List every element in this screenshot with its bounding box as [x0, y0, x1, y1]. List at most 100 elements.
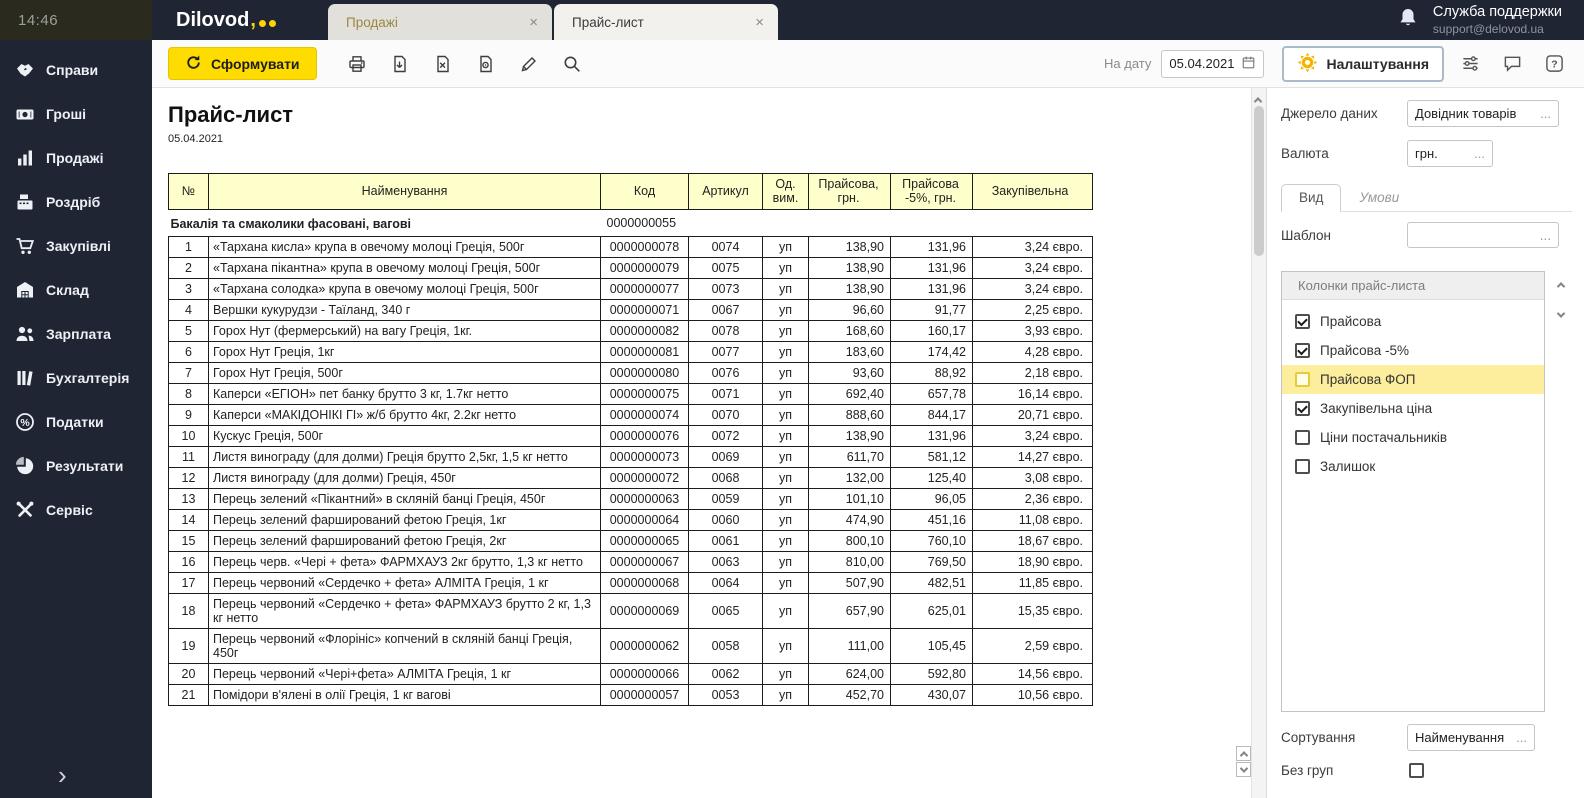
sort-select[interactable]: Найменування ... — [1407, 724, 1535, 751]
col-unit[interactable]: Од. вим. — [763, 174, 809, 210]
column-option[interactable]: Закупівельна ціна — [1282, 394, 1544, 423]
template-input[interactable]: ... — [1407, 222, 1559, 248]
checkbox[interactable] — [1295, 401, 1310, 416]
table-row[interactable]: 10 Кускус Греція, 500г 0000000076 0072 у… — [169, 425, 1093, 446]
col-purchase[interactable]: Закупівельна — [973, 174, 1093, 210]
col-price[interactable]: Прайсова, грн. — [809, 174, 891, 210]
table-row[interactable]: 5 Горох Нут (фермерський) на вагу Греція… — [169, 320, 1093, 341]
column-option[interactable]: Прайсова -5% — [1282, 336, 1544, 365]
toolbar: Сформувати На дату 05.04.2021 Налаштуван… — [152, 40, 1584, 88]
table-row[interactable]: 17 Перець червоний «Сердечко + фета» АЛМ… — [169, 572, 1093, 593]
table-row[interactable]: 9 Каперси «МАКІДОНІКІ ГІ» ж/б брутто 4кг… — [169, 404, 1093, 425]
table-row[interactable]: 12 Листя винограду (для долми) Греція, 4… — [169, 467, 1093, 488]
ellipsis-button[interactable]: ... — [1510, 730, 1527, 745]
calendar-icon[interactable] — [1241, 55, 1256, 73]
sidebar-item-retail[interactable]: Роздріб — [0, 180, 152, 224]
table-row[interactable]: 13 Перець зелений «Пікантний» в скляній … — [169, 488, 1093, 509]
cell-purchase: 20,71 євро. — [973, 404, 1093, 425]
cell-code: 0000000062 — [601, 628, 689, 663]
sidebar-item-accounting[interactable]: Бухгалтерія — [0, 356, 152, 400]
checkbox[interactable] — [1295, 430, 1310, 445]
sidebar-item-warehouse[interactable]: Склад — [0, 268, 152, 312]
export-pdf-icon[interactable] — [382, 48, 418, 80]
col-name[interactable]: Найменування — [209, 174, 601, 210]
sidebar-item-money[interactable]: Гроші — [0, 92, 152, 136]
table-row[interactable]: 11 Листя винограду (для долми) Греція бр… — [169, 446, 1093, 467]
tab-view[interactable]: Вид — [1281, 184, 1341, 212]
table-row[interactable]: 3 «Тархана солодка» крупа в овечому моло… — [169, 278, 1093, 299]
table-row[interactable]: 15 Перець зелений фарширований фетою Гре… — [169, 530, 1093, 551]
help-icon[interactable]: ? — [1538, 50, 1570, 78]
scroll-page-down-button[interactable] — [1236, 762, 1251, 777]
sidebar-item-deals[interactable]: Справи — [0, 48, 152, 92]
generate-button[interactable]: Сформувати — [168, 47, 317, 80]
vertical-scrollbar[interactable] — [1251, 88, 1266, 798]
tab-price-list[interactable]: Прайс-лист × — [554, 4, 778, 40]
settings-button[interactable]: Налаштування — [1282, 46, 1444, 82]
column-option[interactable]: Залишок — [1282, 452, 1544, 481]
col-code[interactable]: Код — [601, 174, 689, 210]
col-price-disc[interactable]: Прайсова -5%, грн. — [891, 174, 973, 210]
chat-icon[interactable] — [1496, 50, 1528, 78]
cell-price: 474,90 — [809, 509, 891, 530]
data-source-select[interactable]: Довідник товарів ... — [1407, 100, 1559, 127]
sidebar-item-taxes[interactable]: % Податки — [0, 400, 152, 444]
ellipsis-button[interactable]: ... — [1540, 228, 1551, 243]
move-down-icon[interactable] — [1552, 307, 1570, 323]
scrollbar-thumb[interactable] — [1254, 106, 1264, 256]
col-number[interactable]: № — [169, 174, 209, 210]
support-block[interactable]: Служба поддержки support@delovod.ua — [1433, 3, 1562, 36]
table-row[interactable]: 1 «Тархана кисла» крупа в овечому молоці… — [169, 236, 1093, 257]
date-input[interactable]: 05.04.2021 — [1161, 50, 1264, 78]
search-icon[interactable] — [554, 48, 590, 80]
bell-icon[interactable] — [1397, 7, 1419, 34]
app-logo[interactable]: Dilovod, — [152, 0, 328, 40]
checkbox[interactable] — [1295, 372, 1310, 387]
column-option[interactable]: Ціни постачальників — [1282, 423, 1544, 452]
checkbox[interactable] — [1295, 459, 1310, 474]
table-row[interactable]: 2 «Тархана пікантна» крупа в овечому мол… — [169, 257, 1093, 278]
close-icon[interactable]: × — [751, 14, 768, 31]
column-option[interactable]: Прайсова — [1282, 307, 1544, 336]
table-row[interactable]: 20 Перець червоний «Чері+фета» АЛМІТА Гр… — [169, 663, 1093, 684]
report-settings-icon[interactable] — [468, 48, 504, 80]
column-option-label: Прайсова -5% — [1320, 343, 1409, 358]
table-row[interactable]: 14 Перець зелений фарширований фетою Гре… — [169, 509, 1093, 530]
cell-price-disc: 131,96 — [891, 257, 973, 278]
move-up-icon[interactable] — [1552, 277, 1570, 293]
table-row[interactable]: 7 Горох Нут Греція, 500г 0000000080 0076… — [169, 362, 1093, 383]
export-excel-icon[interactable] — [425, 48, 461, 80]
cell-code: 0000000075 — [601, 383, 689, 404]
ellipsis-button[interactable]: ... — [1468, 146, 1485, 161]
sidebar-item-purchases[interactable]: Закупівлі — [0, 224, 152, 268]
table-row[interactable]: 21 Помідори в'ялені в олії Греція, 1 кг … — [169, 684, 1093, 705]
sidebar-item-salary[interactable]: Зарплата — [0, 312, 152, 356]
table-row[interactable]: 18 Перець червоний «Сердечко + фета» ФАР… — [169, 593, 1093, 628]
edit-pencil-icon[interactable] — [511, 48, 547, 80]
table-row[interactable]: 4 Вершки кукурудзи - Таїланд, 340 г 0000… — [169, 299, 1093, 320]
print-icon[interactable] — [339, 48, 375, 80]
table-row[interactable]: 19 Перець червоний «Флорініс» копчений в… — [169, 628, 1093, 663]
tab-conditions[interactable]: Умови — [1341, 184, 1417, 211]
cell-code: 0000000072 — [601, 467, 689, 488]
sidebar-item-service[interactable]: Сервіс — [0, 488, 152, 532]
sidebar-expand-chevron[interactable]: › — [58, 762, 67, 788]
ellipsis-button[interactable]: ... — [1534, 106, 1551, 121]
currency-select[interactable]: грн. ... — [1407, 140, 1493, 167]
cell-price-disc: 160,17 — [891, 320, 973, 341]
scroll-page-up-button[interactable] — [1236, 746, 1251, 761]
checkbox[interactable] — [1295, 343, 1310, 358]
table-row[interactable]: 16 Перець черв. «Чері + фета» ФАРМХАУЗ 2… — [169, 551, 1093, 572]
column-option[interactable]: Прайсова ФОП — [1282, 365, 1544, 394]
sidebar-item-results[interactable]: Результати — [0, 444, 152, 488]
checkbox[interactable] — [1295, 314, 1310, 329]
sidebar-item-sales[interactable]: Продажі — [0, 136, 152, 180]
close-icon[interactable]: × — [525, 14, 542, 31]
no-groups-checkbox[interactable] — [1409, 763, 1424, 778]
tab-sales[interactable]: Продажі × — [328, 4, 552, 40]
table-row[interactable]: 8 Каперси «ЕГІОН» пет банку брутто 3 кг,… — [169, 383, 1093, 404]
group-row[interactable]: Бакалія та смаколики фасовані, вагові 00… — [169, 209, 1093, 236]
col-article[interactable]: Артикул — [689, 174, 763, 210]
table-row[interactable]: 6 Горох Нут Греція, 1кг 0000000081 0077 … — [169, 341, 1093, 362]
sliders-icon[interactable] — [1454, 50, 1486, 78]
